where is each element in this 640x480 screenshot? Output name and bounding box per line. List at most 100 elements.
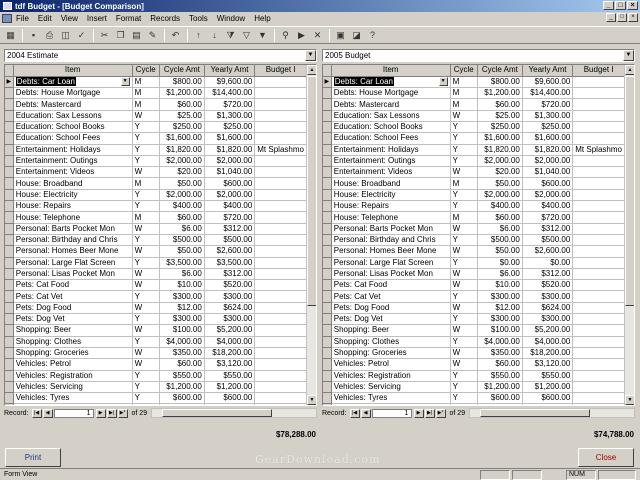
- cell-budget-item[interactable]: [254, 313, 307, 326]
- column-header-budget-item[interactable]: Budget I: [572, 65, 625, 77]
- cell-item[interactable]: Vehicles: Tyres: [13, 392, 133, 405]
- cell-budget-item[interactable]: [572, 121, 625, 134]
- cell-budget-item[interactable]: [572, 324, 625, 337]
- row-selector[interactable]: [323, 98, 332, 111]
- paste-icon[interactable]: ▤: [129, 28, 144, 42]
- cell-cycle[interactable]: Y: [450, 155, 478, 168]
- delete-record-icon[interactable]: ✕: [310, 28, 325, 42]
- cell-yearly-amt[interactable]: $550.00: [204, 370, 256, 382]
- cell-yearly-amt[interactable]: $1,040.00: [522, 166, 574, 179]
- cell-budget-item[interactable]: [254, 76, 307, 89]
- table-row[interactable]: Vehicles: Petrol W $60.00 $3,120.00: [5, 358, 307, 371]
- cell-cycle[interactable]: Y: [132, 155, 160, 168]
- table-row[interactable]: Personal: Birthday and Chris Y $500.00 $500…: [323, 234, 625, 247]
- cell-cycle[interactable]: Y: [132, 313, 160, 326]
- cell-cycle-amt[interactable]: $1,600.00: [477, 132, 523, 145]
- cell-yearly-amt[interactable]: $1,300.00: [204, 110, 256, 122]
- cell-item[interactable]: Personal: Birthday and Chris: [13, 234, 133, 247]
- cell-budget-item[interactable]: [254, 211, 307, 224]
- cell-cycle-amt[interactable]: $2,000.00: [477, 155, 523, 168]
- cell-budget-item[interactable]: [254, 290, 307, 303]
- prev-record-icon[interactable]: ◀: [42, 408, 53, 418]
- table-row[interactable]: Shopping: Groceries W $350.00 $18,200.00: [323, 347, 625, 360]
- cell-item[interactable]: Debts: Car Loan ▼: [13, 76, 133, 89]
- sort-ascending-icon[interactable]: ↑: [191, 28, 206, 42]
- menu-format[interactable]: Format: [116, 14, 141, 23]
- column-header-cycle-amt[interactable]: Cycle Amt: [477, 65, 523, 77]
- table-row[interactable]: Pets: Dog Food W $12.00 $624.00: [5, 302, 307, 315]
- cell-budget-item[interactable]: [254, 381, 307, 394]
- cell-cycle-amt[interactable]: $6.00: [159, 268, 205, 281]
- cell-cycle-amt[interactable]: $300.00: [159, 313, 205, 326]
- cell-item[interactable]: House: Electricity: [331, 189, 451, 202]
- cell-budget-item[interactable]: [254, 166, 307, 179]
- cell-yearly-amt[interactable]: $2,000.00: [204, 189, 256, 202]
- cell-cycle-amt[interactable]: $550.00: [477, 370, 523, 382]
- cell-item[interactable]: Education: School Books: [13, 121, 133, 134]
- doc-close-button[interactable]: ×: [628, 13, 638, 22]
- cell-item[interactable]: House: Broadband: [331, 177, 451, 190]
- cell-budget-item[interactable]: [572, 110, 625, 122]
- scroll-thumb[interactable]: [162, 409, 273, 417]
- right-budget-selector[interactable]: 2005 Budget ▼: [322, 49, 635, 62]
- row-selector[interactable]: [323, 121, 332, 134]
- menu-tools[interactable]: Tools: [189, 14, 208, 23]
- table-row[interactable]: Pets: Cat Food W $10.00 $520.00: [323, 279, 625, 292]
- cell-cycle-amt[interactable]: $60.00: [159, 358, 205, 371]
- cell-cycle-amt[interactable]: $500.00: [159, 234, 205, 247]
- cell-budget-item[interactable]: [254, 370, 307, 382]
- cell-cycle[interactable]: Y: [132, 290, 160, 303]
- cell-cycle-amt[interactable]: $50.00: [477, 245, 523, 258]
- maximize-button[interactable]: □: [615, 1, 626, 10]
- cell-cycle-amt[interactable]: $300.00: [477, 313, 523, 326]
- cell-yearly-amt[interactable]: $520.00: [204, 279, 256, 292]
- cell-cycle[interactable]: Y: [450, 313, 478, 326]
- cell-cycle-amt[interactable]: $600.00: [477, 392, 523, 405]
- cell-cycle-amt[interactable]: $60.00: [477, 98, 523, 111]
- cell-item[interactable]: Debts: House Mortgage: [331, 87, 451, 100]
- table-row[interactable]: ▶ Debts: Car Loan ▼ M $800.00 $9,600.00: [323, 76, 625, 89]
- cell-budget-item[interactable]: [254, 358, 307, 371]
- cell-budget-item[interactable]: [572, 132, 625, 145]
- cell-cycle[interactable]: W: [450, 279, 478, 292]
- select-all-cell[interactable]: [323, 65, 332, 77]
- cell-cycle[interactable]: W: [450, 347, 478, 360]
- row-selector[interactable]: [323, 290, 332, 303]
- cell-yearly-amt[interactable]: $1,300.00: [522, 110, 574, 122]
- row-selector[interactable]: [5, 155, 14, 168]
- left-vertical-scrollbar[interactable]: ▲ ▼: [306, 65, 316, 405]
- cell-yearly-amt[interactable]: $500.00: [522, 234, 574, 247]
- prev-record-icon[interactable]: ◀: [360, 408, 371, 418]
- cell-yearly-amt[interactable]: $500.00: [204, 234, 256, 247]
- cell-cycle-amt[interactable]: $12.00: [477, 302, 523, 315]
- cell-item[interactable]: Entertainment: Videos: [13, 166, 133, 179]
- empty-cell[interactable]: [522, 403, 574, 405]
- cell-budget-item[interactable]: [254, 392, 307, 405]
- table-row[interactable]: Vehicles: Servicing Y $1,200.00 $1,200.00: [5, 381, 307, 394]
- scroll-up-icon[interactable]: ▲: [625, 65, 634, 75]
- cell-budget-item[interactable]: [572, 279, 625, 292]
- format-painter-icon[interactable]: ✎: [145, 28, 160, 42]
- cell-cycle[interactable]: Y: [450, 144, 478, 156]
- cell-budget-item[interactable]: [572, 211, 625, 224]
- table-row[interactable]: Entertainment: Outings Y $2,000.00 $2,000.0…: [323, 155, 625, 168]
- empty-cell[interactable]: [477, 403, 523, 405]
- column-header-cycle-amt[interactable]: Cycle Amt: [159, 65, 205, 77]
- row-selector[interactable]: [323, 223, 332, 235]
- table-row[interactable]: Personal: Barts Pocket Mon W $6.00 $312.00: [323, 223, 625, 235]
- row-selector[interactable]: [5, 313, 14, 326]
- cell-cycle[interactable]: Y: [132, 336, 160, 348]
- cell-cycle-amt[interactable]: $60.00: [159, 211, 205, 224]
- next-record-icon[interactable]: ▶: [413, 408, 424, 418]
- first-record-icon[interactable]: |◀: [349, 408, 360, 418]
- cell-budget-item[interactable]: [572, 268, 625, 281]
- cell-cycle-amt[interactable]: $50.00: [477, 177, 523, 190]
- cell-item[interactable]: House: Telephone: [331, 211, 451, 224]
- row-selector[interactable]: [5, 177, 14, 190]
- scroll-down-icon[interactable]: ▼: [625, 395, 634, 405]
- empty-cell[interactable]: [13, 403, 133, 405]
- table-row[interactable]: Debts: Mastercard M $60.00 $720.00: [323, 98, 625, 111]
- cell-cycle[interactable]: W: [450, 110, 478, 122]
- cell-cycle[interactable]: W: [132, 279, 160, 292]
- table-row[interactable]: Education: School Fees Y $1,600.00 $1,600.0…: [5, 132, 307, 145]
